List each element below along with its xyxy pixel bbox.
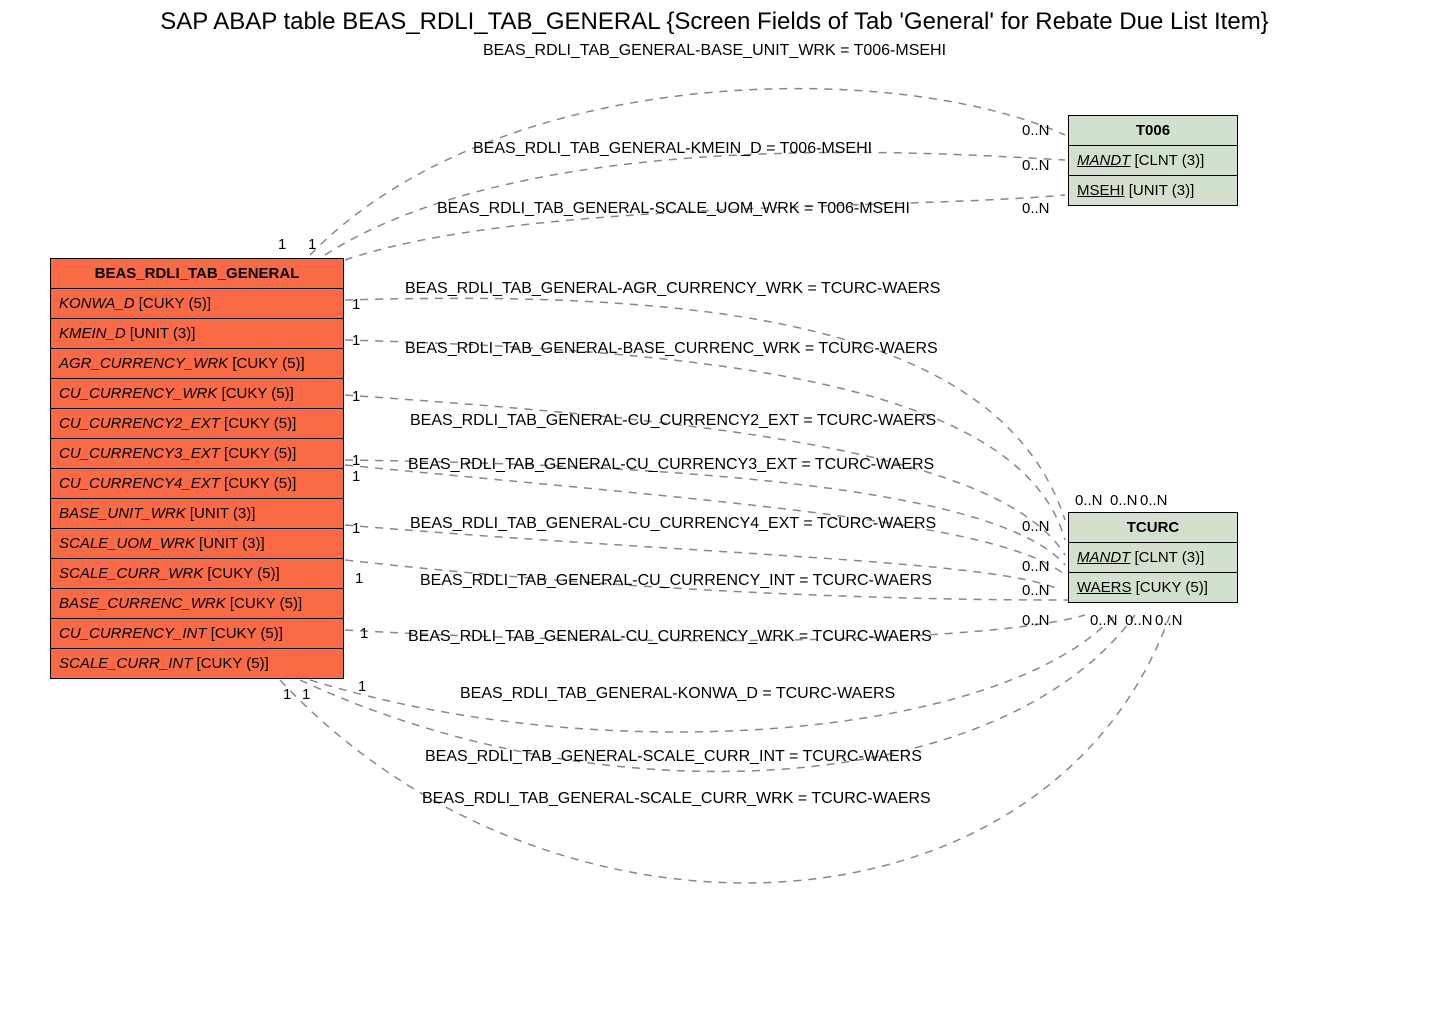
- field-cu-currency2-ext: CU_CURRENCY2_EXT [CUKY (5)]: [51, 409, 343, 439]
- entity-header-tcurc: TCURC: [1069, 513, 1237, 543]
- field-cu-currency-int: CU_CURRENCY_INT [CUKY (5)]: [51, 619, 343, 649]
- cardinality-left: 1: [352, 468, 360, 485]
- entity-header-t006: T006: [1069, 116, 1237, 146]
- relation-label-cu-currency2: BEAS_RDLI_TAB_GENERAL-CU_CURRENCY2_EXT =…: [410, 412, 936, 430]
- relation-label-cu-currency-int: BEAS_RDLI_TAB_GENERAL-CU_CURRENCY_INT = …: [420, 572, 932, 590]
- field-kmein-d: KMEIN_D [UNIT (3)]: [51, 319, 343, 349]
- field-t006-msehi: MSEHI [UNIT (3)]: [1069, 176, 1237, 205]
- cardinality-left: 1: [360, 625, 368, 642]
- field-scale-curr-wrk: SCALE_CURR_WRK [CUKY (5)]: [51, 559, 343, 589]
- field-konwa-d: KONWA_D [CUKY (5)]: [51, 289, 343, 319]
- field-cu-currency-wrk: CU_CURRENCY_WRK [CUKY (5)]: [51, 379, 343, 409]
- cardinality-left: 1: [278, 236, 286, 253]
- cardinality-right-tcurc: 0..N: [1022, 558, 1050, 575]
- cardinality-right-tcurc: 0..N: [1022, 518, 1050, 535]
- cardinality-left: 1: [352, 388, 360, 405]
- cardinality-right-tcurc: 0..N: [1022, 582, 1050, 599]
- relation-label-scale-curr-int: BEAS_RDLI_TAB_GENERAL-SCALE_CURR_INT = T…: [425, 748, 922, 766]
- relation-label-cu-currency4: BEAS_RDLI_TAB_GENERAL-CU_CURRENCY4_EXT =…: [410, 515, 936, 533]
- cardinality-right-t006: 0..N: [1022, 157, 1050, 174]
- field-tcurc-mandt: MANDT [CLNT (3)]: [1069, 543, 1237, 573]
- relation-label-scale-curr-wrk: BEAS_RDLI_TAB_GENERAL-SCALE_CURR_WRK = T…: [422, 790, 931, 808]
- cardinality-right-tcurc: 0..N: [1022, 612, 1050, 629]
- field-base-unit-wrk: BASE_UNIT_WRK [UNIT (3)]: [51, 499, 343, 529]
- cardinality-right-tcurc: 0..N: [1155, 612, 1183, 629]
- cardinality-right-tcurc: 0..N: [1075, 492, 1103, 509]
- field-cu-currency3-ext: CU_CURRENCY3_EXT [CUKY (5)]: [51, 439, 343, 469]
- relation-label-base-unit: BEAS_RDLI_TAB_GENERAL-BASE_UNIT_WRK = T0…: [0, 42, 1429, 60]
- cardinality-left: 1: [352, 296, 360, 313]
- cardinality-right-tcurc: 0..N: [1140, 492, 1168, 509]
- cardinality-right-tcurc: 0..N: [1125, 612, 1153, 629]
- field-scale-curr-int: SCALE_CURR_INT [CUKY (5)]: [51, 649, 343, 678]
- relation-label-base-currenc: BEAS_RDLI_TAB_GENERAL-BASE_CURRENC_WRK =…: [405, 340, 938, 358]
- cardinality-right-t006: 0..N: [1022, 200, 1050, 217]
- relation-label-cu-currency-wrk: BEAS_RDLI_TAB_GENERAL-CU_CURRENCY_WRK = …: [408, 628, 932, 646]
- entity-header: BEAS_RDLI_TAB_GENERAL: [51, 259, 343, 289]
- cardinality-right-tcurc: 0..N: [1110, 492, 1138, 509]
- cardinality-left: 1: [352, 520, 360, 537]
- cardinality-left: 1: [302, 686, 310, 703]
- relation-label-cu-currency3: BEAS_RDLI_TAB_GENERAL-CU_CURRENCY3_EXT =…: [408, 456, 934, 474]
- field-t006-mandt: MANDT [CLNT (3)]: [1069, 146, 1237, 176]
- cardinality-right-t006: 0..N: [1022, 122, 1050, 139]
- cardinality-left: 1: [358, 678, 366, 695]
- cardinality-left: 1: [352, 332, 360, 349]
- diagram-title: SAP ABAP table BEAS_RDLI_TAB_GENERAL {Sc…: [0, 8, 1429, 36]
- field-scale-uom-wrk: SCALE_UOM_WRK [UNIT (3)]: [51, 529, 343, 559]
- cardinality-right-tcurc: 0..N: [1090, 612, 1118, 629]
- cardinality-left: 1: [283, 686, 291, 703]
- entity-tcurc: TCURC MANDT [CLNT (3)] WAERS [CUKY (5)]: [1068, 512, 1238, 603]
- relation-label-agr-currency: BEAS_RDLI_TAB_GENERAL-AGR_CURRENCY_WRK =…: [405, 280, 940, 298]
- relation-label-kmein: BEAS_RDLI_TAB_GENERAL-KMEIN_D = T006-MSE…: [473, 140, 872, 158]
- field-agr-currency-wrk: AGR_CURRENCY_WRK [CUKY (5)]: [51, 349, 343, 379]
- entity-beas-rdli-tab-general: BEAS_RDLI_TAB_GENERAL KONWA_D [CUKY (5)]…: [50, 258, 344, 679]
- entity-t006: T006 MANDT [CLNT (3)] MSEHI [UNIT (3)]: [1068, 115, 1238, 206]
- cardinality-left: 1: [355, 570, 363, 587]
- cardinality-left: 1: [352, 452, 360, 469]
- cardinality-left: 1: [308, 236, 316, 253]
- relation-label-konwa: BEAS_RDLI_TAB_GENERAL-KONWA_D = TCURC-WA…: [460, 685, 895, 703]
- field-base-currenc-wrk: BASE_CURRENC_WRK [CUKY (5)]: [51, 589, 343, 619]
- relation-label-scale-uom: BEAS_RDLI_TAB_GENERAL-SCALE_UOM_WRK = T0…: [437, 200, 910, 218]
- field-tcurc-waers: WAERS [CUKY (5)]: [1069, 573, 1237, 602]
- field-cu-currency4-ext: CU_CURRENCY4_EXT [CUKY (5)]: [51, 469, 343, 499]
